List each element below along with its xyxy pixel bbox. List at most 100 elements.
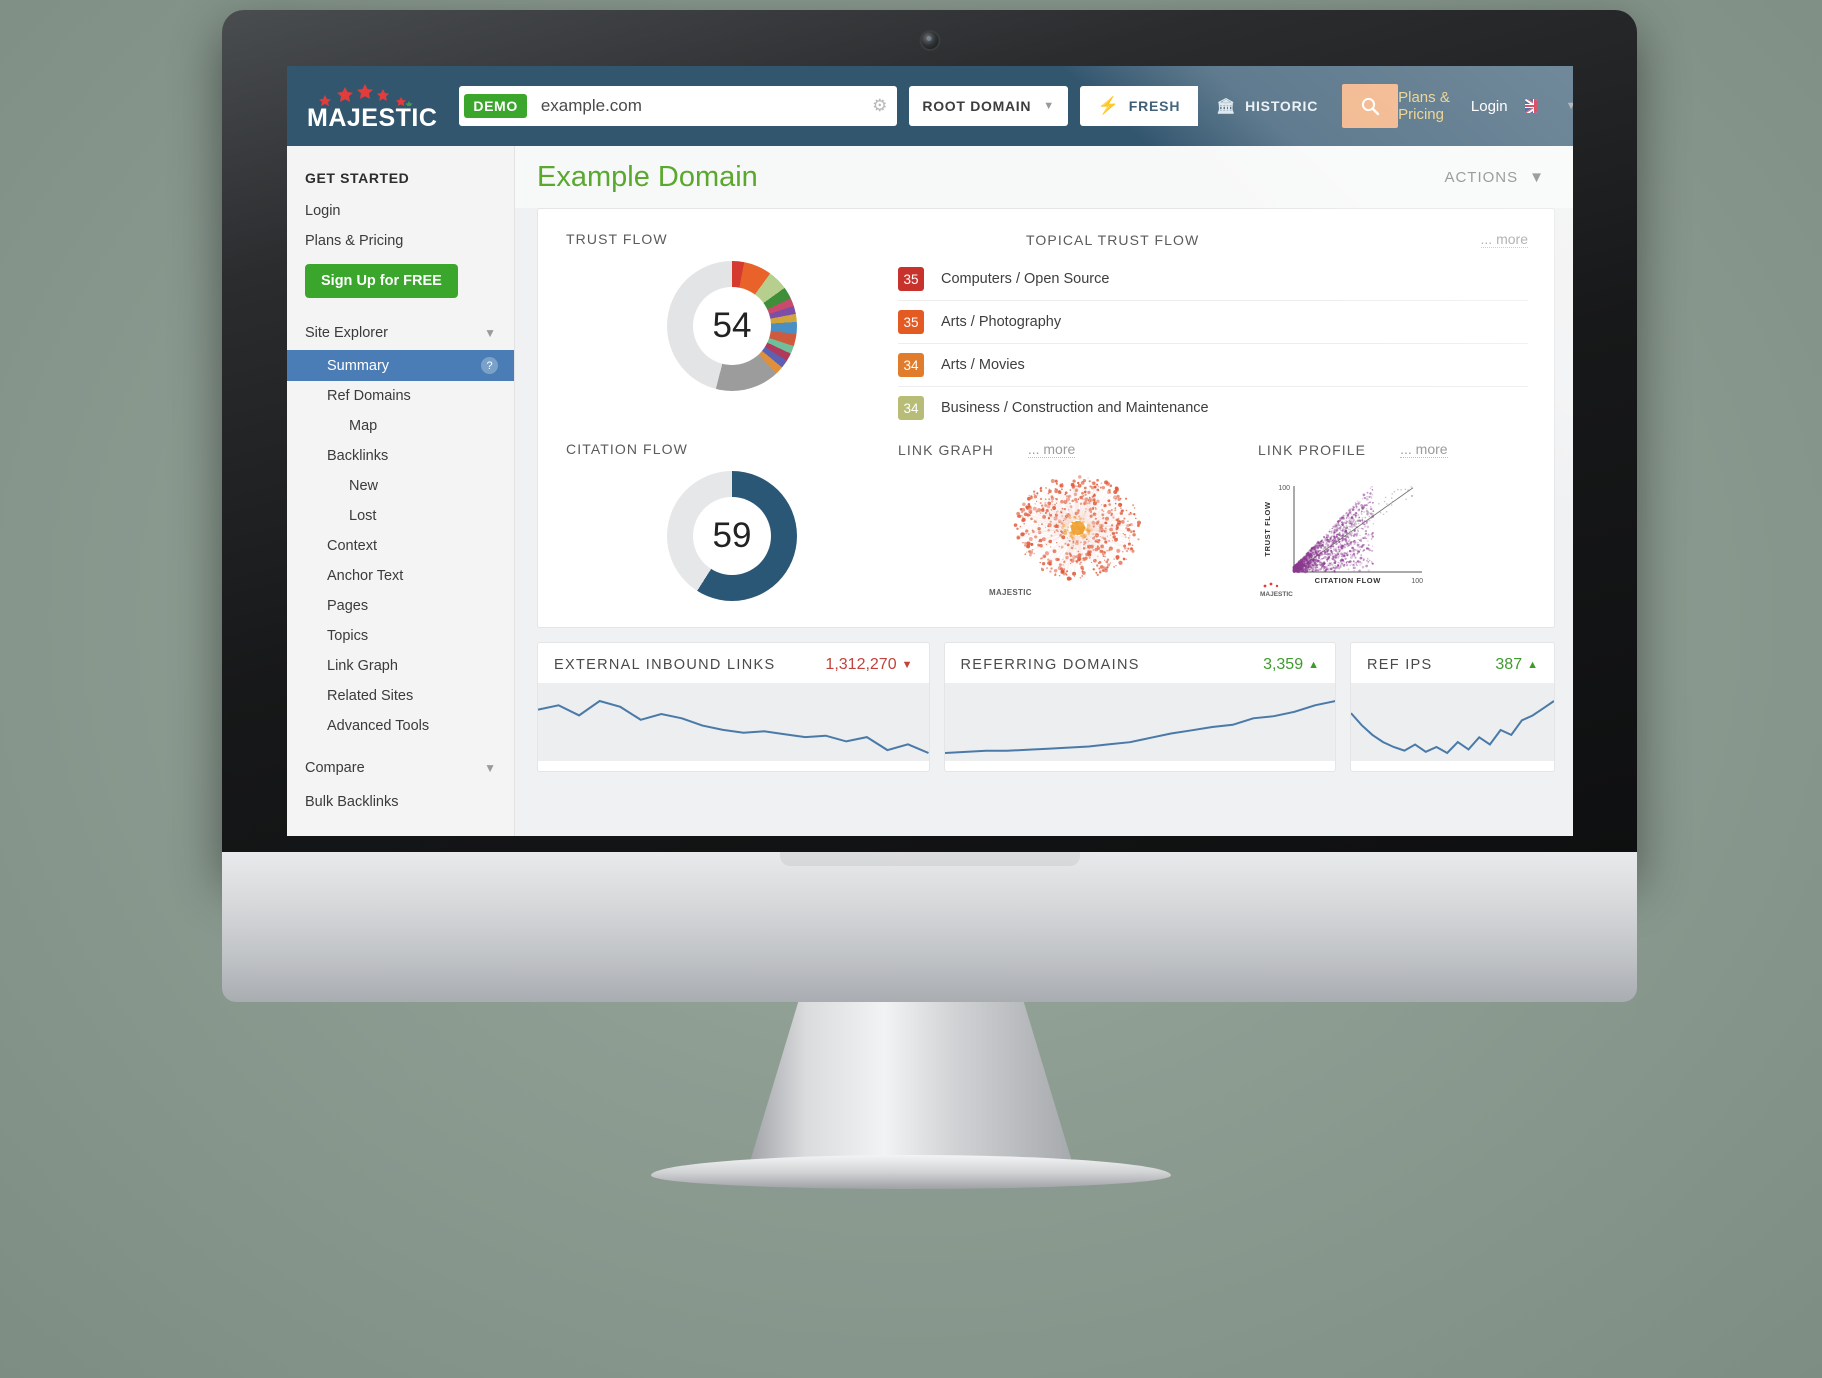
sidebar-item-topics[interactable]: Topics: [287, 621, 514, 651]
metrics-row: EXTERNAL INBOUND LINKS 1,312,270 ▼ REFERRIN…: [515, 642, 1573, 772]
topical-trust-flow-more-link[interactable]: ... more: [1480, 231, 1528, 248]
app-body: GET STARTED Login Plans & Pricing Sign U…: [287, 146, 1573, 836]
screen-content: MAJESTIC DEMO ⚙ ROOT DOMAIN ▼ ⚡ FRESH: [287, 66, 1573, 836]
link-graph-panel: LINK GRAPH ... more MAJESTIC: [898, 441, 1258, 601]
help-icon[interactable]: ?: [481, 357, 498, 374]
sidebar-item-lost[interactable]: Lost: [287, 501, 514, 531]
sidebar-item-label: Related Sites: [327, 688, 414, 704]
topical-trust-flow-category: Arts / Movies: [941, 357, 1025, 373]
webcam-icon: [921, 32, 938, 49]
chevron-down-icon: ▼: [484, 326, 496, 340]
topical-trust-flow-list: 35 Computers / Open Source 35 Arts / Photog…: [898, 258, 1528, 429]
chevron-down-icon: ▼: [1043, 100, 1055, 112]
sidebar-item-link-graph[interactable]: Link Graph: [287, 651, 514, 681]
sidebar-item-label: Summary: [327, 357, 390, 374]
link-profile-scatter[interactable]: 100 100 CITATION FLOW TRUST FLOW MAJESTIC: [1258, 468, 1433, 600]
svg-text:CITATION FLOW: CITATION FLOW: [1315, 576, 1382, 585]
trust-flow-row: TRUST FLOW 54 TOPICAL TRUST FLOW ... mor…: [538, 209, 1554, 435]
topical-trust-flow-item[interactable]: 35 Computers / Open Source: [898, 258, 1528, 301]
search-area: DEMO ⚙ ROOT DOMAIN ▼ ⚡ FRESH 🏛 HISTORIC: [459, 84, 1399, 128]
sidebar-item-label: Context: [327, 538, 377, 554]
header-plans-pricing-link[interactable]: Plans & Pricing: [1398, 89, 1454, 123]
gear-icon[interactable]: ⚙: [872, 96, 891, 116]
monitor-chin-notch: [779, 852, 1080, 866]
main-content: Example Domain ACTIONS ▼ TRUST FLOW 54 T…: [515, 146, 1573, 836]
sidebar-item-related-sites[interactable]: Related Sites: [287, 681, 514, 711]
search-button[interactable]: [1342, 84, 1399, 128]
sidebar-item-login[interactable]: Login: [287, 196, 514, 226]
language-chevron-down-icon[interactable]: ▼: [1566, 100, 1573, 112]
metric-value[interactable]: 387 ▲: [1495, 656, 1538, 674]
metric-card[interactable]: REF IPS 387 ▲: [1350, 642, 1555, 772]
stars-icon: [311, 82, 437, 108]
sidebar-subitems: Summary? Ref Domains Map Backlinks New Lost Co…: [287, 350, 514, 741]
page-header: Example Domain ACTIONS ▼: [515, 146, 1573, 208]
uk-flag-icon[interactable]: [1524, 99, 1537, 113]
topical-trust-flow-item[interactable]: 34 Arts / Movies: [898, 344, 1528, 387]
metric-label: EXTERNAL INBOUND LINKS: [554, 657, 776, 673]
citation-flow-donut-wrap: 59: [566, 471, 898, 601]
header-login-link[interactable]: Login: [1471, 98, 1508, 115]
link-profile-label: LINK PROFILE: [1258, 441, 1367, 458]
citation-flow-panel: CITATION FLOW 59: [538, 441, 898, 601]
svg-text:TRUST FLOW: TRUST FLOW: [1263, 501, 1272, 556]
sidebar-item-label: Ref Domains: [327, 388, 411, 404]
search-box[interactable]: DEMO ⚙: [459, 86, 898, 126]
metric-sparkline: [538, 683, 929, 761]
metric-sparkline: [1351, 683, 1554, 761]
link-profile-more-link[interactable]: ... more: [1400, 441, 1448, 458]
metric-sparkline: [944, 683, 1335, 761]
search-input[interactable]: [526, 96, 873, 116]
brand-logo[interactable]: MAJESTIC: [287, 82, 437, 131]
chevron-down-icon: ▼: [1529, 168, 1545, 186]
topical-trust-flow-item[interactable]: 34 Business / Construction and Maintenanc…: [898, 387, 1528, 429]
link-graph-header: LINK GRAPH ... more: [898, 441, 1258, 458]
link-graph-visualization[interactable]: MAJESTIC: [983, 470, 1173, 597]
trust-flow-donut: 54: [667, 261, 797, 391]
sidebar-item-label: Advanced Tools: [327, 718, 430, 734]
sidebar-item-label: New: [349, 478, 379, 494]
citation-flow-label: CITATION FLOW: [566, 441, 688, 457]
metric-value[interactable]: 3,359 ▲: [1263, 656, 1319, 674]
metric-card[interactable]: REFERRING DOMAINS 3,359 ▲: [943, 642, 1336, 772]
signup-button[interactable]: Sign Up for FREE: [305, 264, 458, 298]
sidebar-item-advanced-tools[interactable]: Advanced Tools: [287, 711, 514, 741]
topical-trust-flow-score: 34: [898, 396, 924, 420]
metric-number: 1,312,270: [825, 656, 897, 673]
actions-dropdown[interactable]: ACTIONS ▼: [1444, 169, 1545, 186]
sidebar-item-map[interactable]: Map: [287, 411, 514, 441]
sidebar-item-plans-pricing[interactable]: Plans & Pricing: [287, 226, 514, 256]
metric-label: REFERRING DOMAINS: [960, 657, 1140, 673]
sidebar-group-compare[interactable]: Compare ▼: [287, 751, 514, 785]
sidebar-item-pages[interactable]: Pages: [287, 591, 514, 621]
monitor-chin: [222, 852, 1637, 1002]
tab-fresh[interactable]: ⚡ FRESH: [1079, 86, 1199, 126]
sidebar-group-site-explorer[interactable]: Site Explorer ▼: [287, 316, 514, 350]
metric-value[interactable]: 1,312,270 ▼: [825, 656, 912, 674]
sidebar-item-context[interactable]: Context: [287, 531, 514, 561]
topical-trust-flow-item[interactable]: 35 Arts / Photography: [898, 301, 1528, 344]
topical-trust-flow-score: 35: [898, 267, 924, 291]
sidebar-item-anchor-text[interactable]: Anchor Text: [287, 561, 514, 591]
svg-text:MAJESTIC: MAJESTIC: [1260, 591, 1293, 598]
sidebar-item-ref-domains[interactable]: Ref Domains: [287, 381, 514, 411]
sidebar-group-keywords[interactable]: Keywords ▼: [287, 829, 514, 836]
sidebar-item-label: Lost: [349, 508, 377, 524]
metric-label: REF IPS: [1367, 657, 1433, 673]
scope-select[interactable]: ROOT DOMAIN ▼: [909, 86, 1068, 126]
bank-icon: 🏛: [1216, 98, 1237, 115]
metric-card[interactable]: EXTERNAL INBOUND LINKS 1,312,270 ▼: [537, 642, 930, 772]
trust-flow-value: 54: [693, 287, 771, 365]
metric-number: 3,359: [1263, 656, 1304, 673]
monitor-stand-base: [651, 1155, 1171, 1189]
sidebar-item-new[interactable]: New: [287, 471, 514, 501]
tab-historic[interactable]: 🏛 HISTORIC: [1198, 86, 1336, 126]
link-graph-more-link[interactable]: ... more: [1027, 441, 1076, 458]
actions-label: ACTIONS: [1444, 168, 1519, 186]
brand-name: MAJESTIC: [307, 103, 438, 132]
sidebar-item-backlinks[interactable]: Backlinks: [287, 441, 514, 471]
sidebar-item-summary[interactable]: Summary?: [287, 350, 514, 381]
demo-badge: DEMO: [464, 94, 527, 118]
sidebar-item-bulk-backlinks[interactable]: Bulk Backlinks: [287, 785, 514, 819]
topical-trust-flow-category: Arts / Photography: [941, 314, 1062, 330]
